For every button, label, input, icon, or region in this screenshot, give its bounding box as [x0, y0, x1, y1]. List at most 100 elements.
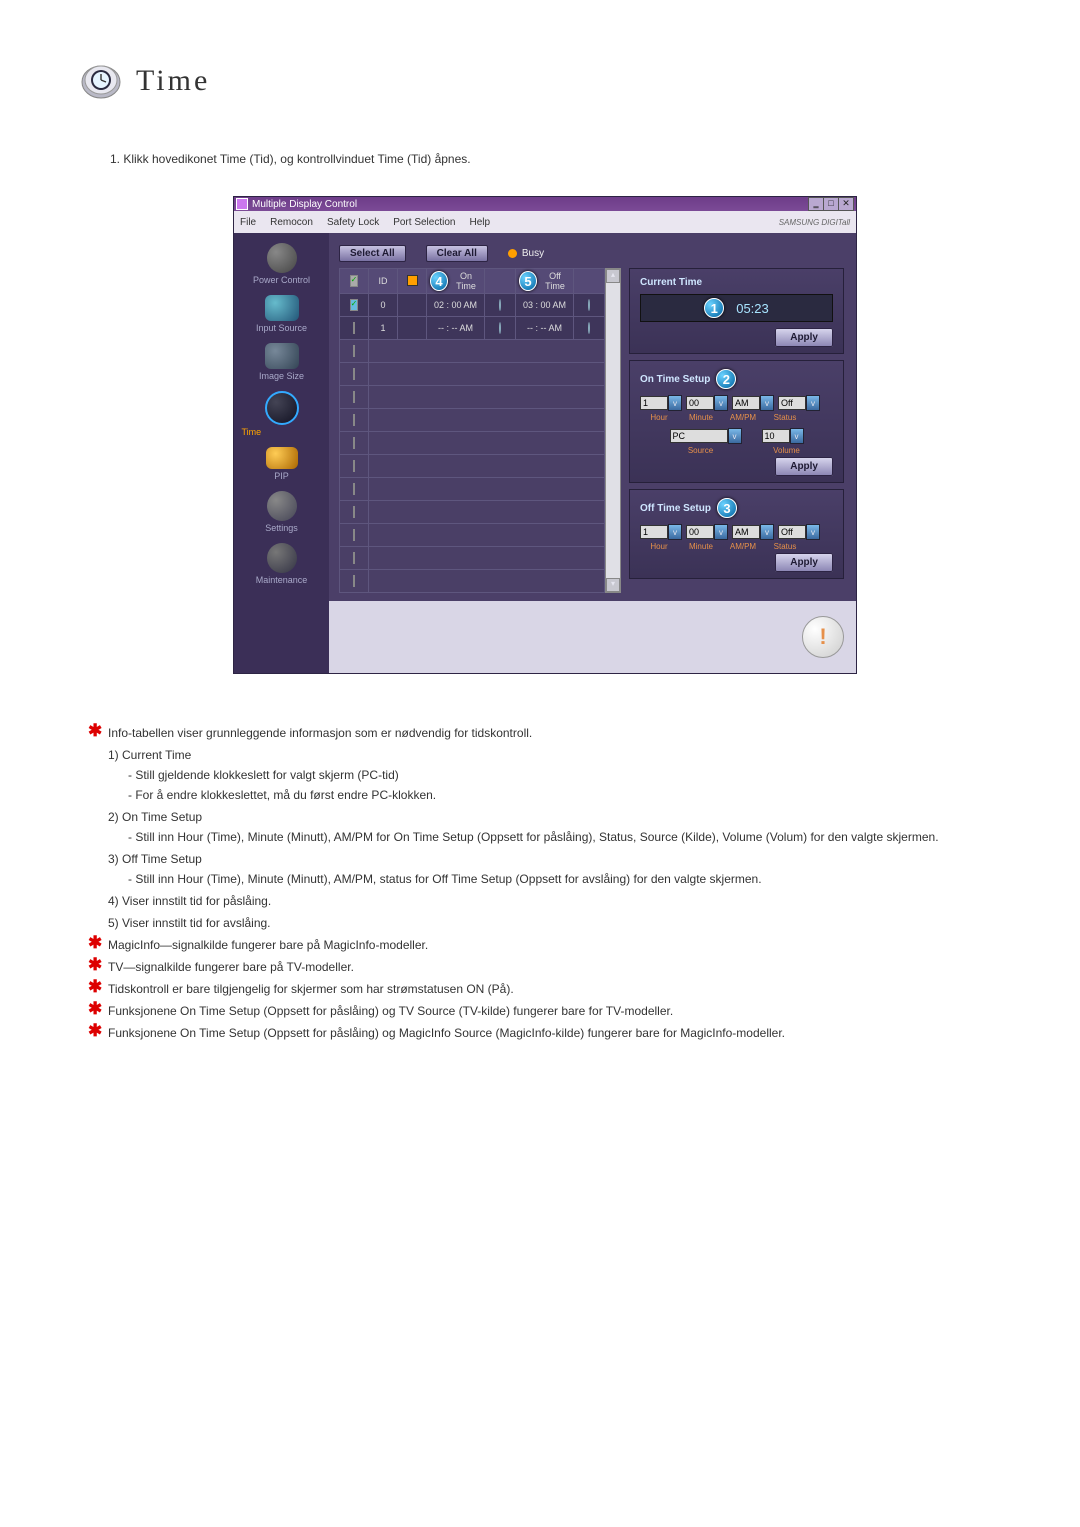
brand-text: SAMSUNG DIGITall — [779, 218, 850, 227]
dropdown-icon[interactable]: v — [714, 395, 728, 411]
info-table: ID 4 On Time — [339, 268, 605, 593]
on-minute-input[interactable] — [686, 396, 714, 410]
panel-off-time-setup: Off Time Setup 3 v v v v Hour Minute — [629, 489, 844, 579]
sidebar-item-settings[interactable]: Settings — [242, 491, 322, 533]
table-row — [340, 340, 605, 363]
on-source-input[interactable] — [670, 429, 728, 443]
dropdown-icon[interactable]: v — [760, 395, 774, 411]
scroll-up-icon[interactable]: ▴ — [606, 269, 620, 283]
dropdown-icon[interactable]: v — [668, 524, 682, 540]
time-header-icon — [80, 60, 122, 102]
dropdown-icon[interactable]: v — [668, 395, 682, 411]
table-row[interactable]: 1 -- : -- AM -- : -- AM — [340, 317, 605, 340]
table-row — [340, 432, 605, 455]
app-footer: ! — [329, 601, 856, 673]
off-hour-input[interactable] — [640, 525, 668, 539]
on-indicator-icon — [499, 299, 501, 311]
app-screenshot: Multiple Display Control ‗ □ ✕ File Remo… — [233, 196, 857, 674]
sidebar-item-input[interactable]: Input Source — [242, 295, 322, 333]
on-volume-input[interactable] — [762, 429, 790, 443]
table-row — [340, 455, 605, 478]
table-row — [340, 570, 605, 593]
dropdown-icon[interactable]: v — [806, 524, 820, 540]
table-row[interactable]: 0 02 : 00 AM 03 : 00 AM — [340, 294, 605, 317]
on-ampm-input[interactable] — [732, 396, 760, 410]
apply-button[interactable]: Apply — [775, 457, 833, 476]
sidebar-item-image-size[interactable]: Image Size — [242, 343, 322, 381]
col-status[interactable] — [398, 269, 427, 294]
select-all-button[interactable]: Select All — [339, 245, 406, 262]
page-title: Time — [136, 64, 210, 98]
off-status-input[interactable] — [778, 525, 806, 539]
minimize-button[interactable]: ‗ — [808, 197, 824, 211]
panel-title-label: Off Time Setup — [640, 503, 711, 514]
sidebar-item-pip[interactable]: PIP — [242, 447, 322, 481]
sidebar-item-maintenance[interactable]: Maintenance — [242, 543, 322, 585]
row-checkbox[interactable] — [350, 299, 359, 311]
callout-3: 3 — [717, 498, 737, 518]
menu-port-selection[interactable]: Port Selection — [393, 217, 455, 228]
menu-remocon[interactable]: Remocon — [270, 217, 313, 228]
note-text: Info-tabellen viser grunnleggende inform… — [108, 724, 532, 742]
off-ampm-input[interactable] — [732, 525, 760, 539]
app-icon — [236, 198, 248, 210]
table-row — [340, 363, 605, 386]
col-off-time[interactable]: 5 Off Time — [516, 269, 574, 294]
callout-5: 5 — [519, 271, 537, 291]
menu-safety-lock[interactable]: Safety Lock — [327, 217, 379, 228]
dropdown-icon[interactable]: v — [714, 524, 728, 540]
warning-icon: ! — [802, 616, 844, 658]
pip-icon — [266, 447, 298, 469]
col-id[interactable]: ID — [369, 269, 398, 294]
star-icon: ✱ — [88, 724, 102, 738]
table-scrollbar[interactable]: ▴ ▾ — [605, 268, 621, 593]
scroll-down-icon[interactable]: ▾ — [606, 578, 620, 592]
dropdown-icon[interactable]: v — [760, 524, 774, 540]
note-text: - Still inn Hour (Time), Minute (Minutt)… — [142, 870, 1010, 888]
settings-icon — [267, 491, 297, 521]
note-text: TV—signalkilde fungerer bare på TV-model… — [108, 958, 354, 976]
power-icon — [267, 243, 297, 273]
table-row — [340, 409, 605, 432]
window-title: Multiple Display Control — [252, 199, 357, 210]
sidebar-item-time[interactable]: Time — [242, 391, 322, 437]
dropdown-icon[interactable]: v — [790, 428, 804, 444]
note-text: - For å endre klokkeslettet, må du først… — [142, 786, 1010, 804]
off-indicator-icon — [588, 299, 590, 311]
on-indicator-icon — [499, 322, 501, 334]
intro-text: 1. Klikk hovedikonet Time (Tid), og kont… — [110, 152, 1010, 166]
busy-dot-icon — [508, 249, 517, 258]
note-text: Funksjonene On Time Setup (Oppsett for p… — [108, 1002, 673, 1020]
menu-help[interactable]: Help — [469, 217, 490, 228]
on-hour-input[interactable] — [640, 396, 668, 410]
maximize-button[interactable]: □ — [823, 197, 839, 211]
titlebar: Multiple Display Control ‗ □ ✕ — [234, 197, 856, 211]
close-button[interactable]: ✕ — [838, 197, 854, 211]
callout-4: 4 — [430, 271, 448, 291]
table-row — [340, 524, 605, 547]
menubar: File Remocon Safety Lock Port Selection … — [234, 211, 856, 233]
note-text: - Still gjeldende klokkeslett for valgt … — [142, 766, 1010, 784]
apply-button[interactable]: Apply — [775, 553, 833, 572]
clear-all-button[interactable]: Clear All — [426, 245, 488, 262]
sidebar: Power Control Input Source Image Size Ti… — [234, 233, 329, 673]
note-text: 3) Off Time Setup — [108, 850, 1010, 868]
col-on-time[interactable]: 4 On Time — [427, 269, 485, 294]
table-row — [340, 547, 605, 570]
note-text: Tidskontroll er bare tilgjengelig for sk… — [108, 980, 514, 998]
dropdown-icon[interactable]: v — [728, 428, 742, 444]
star-icon: ✱ — [88, 936, 102, 950]
row-checkbox[interactable] — [353, 322, 355, 334]
star-icon: ✱ — [88, 980, 102, 994]
note-text: MagicInfo—signalkilde fungerer bare på M… — [108, 936, 428, 954]
on-status-input[interactable] — [778, 396, 806, 410]
apply-button[interactable]: Apply — [775, 328, 833, 347]
note-text: Funksjonene On Time Setup (Oppsett for p… — [108, 1024, 785, 1042]
header-checkbox-icon[interactable] — [350, 275, 359, 287]
sidebar-item-power[interactable]: Power Control — [242, 243, 322, 285]
off-minute-input[interactable] — [686, 525, 714, 539]
dropdown-icon[interactable]: v — [806, 395, 820, 411]
menu-file[interactable]: File — [240, 217, 256, 228]
table-row — [340, 478, 605, 501]
table-row — [340, 501, 605, 524]
